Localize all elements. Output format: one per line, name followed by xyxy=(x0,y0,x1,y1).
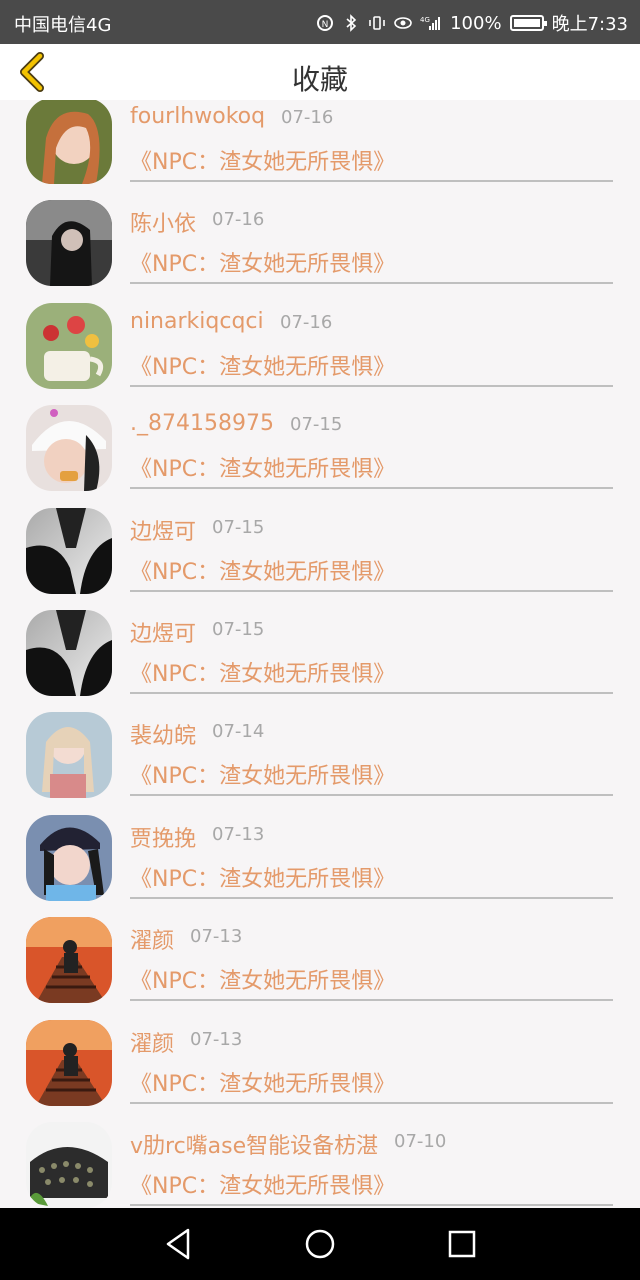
list-item[interactable]: 边煜可 07-15 《NPC：渣女她无所畏惧》 xyxy=(0,508,640,610)
user-name[interactable]: 陈小依 xyxy=(130,206,196,238)
book-title[interactable]: 《NPC：渣女她无所畏惧》 xyxy=(130,758,395,790)
favorite-date: 07-15 xyxy=(290,414,343,435)
user-name[interactable]: 濯颜 xyxy=(130,1026,174,1058)
nfc-icon: N xyxy=(317,15,334,31)
eye-comfort-icon xyxy=(394,17,412,29)
avatar-man-suit-icon[interactable] xyxy=(26,610,112,696)
book-title[interactable]: 《NPC：渣女她无所畏惧》 xyxy=(130,451,395,483)
book-title[interactable]: 《NPC：渣女她无所畏惧》 xyxy=(130,963,395,995)
list-item[interactable]: fourlhwokoq 07-16 《NPC：渣女她无所畏惧》 xyxy=(0,100,640,200)
list-item[interactable]: v肋rc嘴ase智能设备枋湛 07-10 《NPC：渣女她无所畏惧》 xyxy=(0,1122,640,1208)
favorite-date: 07-15 xyxy=(212,619,265,640)
avatar-girl-icon[interactable] xyxy=(26,100,112,184)
book-title[interactable]: 《NPC：渣女她无所畏惧》 xyxy=(130,349,395,381)
avatar-flowers-icon[interactable] xyxy=(26,303,112,389)
user-name[interactable]: v肋rc嘴ase智能设备枋湛 xyxy=(130,1128,378,1160)
favorite-date: 07-14 xyxy=(212,721,265,742)
svg-text:N: N xyxy=(322,20,329,30)
network-type-label: 4G xyxy=(420,16,430,24)
divider xyxy=(130,1102,613,1104)
bluetooth-icon xyxy=(346,14,357,32)
user-name[interactable]: 濯颜 xyxy=(130,923,174,955)
book-title[interactable]: 《NPC：渣女她无所畏惧》 xyxy=(130,1168,395,1200)
user-name[interactable]: fourlhwokoq xyxy=(130,104,265,129)
avatar-girl-braids-icon[interactable] xyxy=(26,712,112,798)
user-name[interactable]: ._874158975 xyxy=(130,411,274,436)
list-item[interactable]: 濯颜 07-13 《NPC：渣女她无所畏惧》 xyxy=(0,1020,640,1122)
header: 收藏 xyxy=(0,44,640,100)
home-circle-icon[interactable] xyxy=(302,1226,338,1262)
signal-icon: 4G xyxy=(420,16,441,30)
battery-icon xyxy=(509,15,547,31)
list-item[interactable]: 边煜可 07-15 《NPC：渣女她无所畏惧》 xyxy=(0,610,640,712)
divider xyxy=(130,897,613,899)
divider xyxy=(130,180,613,182)
battery-percent: 100% xyxy=(450,12,502,34)
favorite-date: 07-15 xyxy=(212,517,265,538)
book-title[interactable]: 《NPC：渣女她无所畏惧》 xyxy=(130,246,395,278)
avatar-rail-sunset-icon[interactable] xyxy=(26,917,112,1003)
list-item[interactable]: 贾挽挽 07-13 《NPC：渣女她无所畏惧》 xyxy=(0,815,640,917)
divider xyxy=(130,999,613,1001)
avatar-man-suit-icon[interactable] xyxy=(26,508,112,594)
user-name[interactable]: 贾挽挽 xyxy=(130,821,196,853)
user-name[interactable]: ninarkiqcqci xyxy=(130,309,264,334)
avatar-girl-hat-icon[interactable] xyxy=(26,405,112,491)
book-title[interactable]: 《NPC：渣女她无所畏惧》 xyxy=(130,656,395,688)
favorite-date: 07-10 xyxy=(394,1131,447,1152)
favorites-list[interactable]: fourlhwokoq 07-16 《NPC：渣女她无所畏惧》 陈小依 07-16 《NP… xyxy=(0,100,640,1208)
status-icons: N 4G 100% 晚上7:33 xyxy=(316,10,628,36)
avatar-girl-cap-icon[interactable] xyxy=(26,815,112,901)
divider xyxy=(130,1204,613,1206)
user-name[interactable]: 裴幼皖 xyxy=(130,718,196,750)
user-name[interactable]: 边煜可 xyxy=(130,514,196,546)
avatar-girl-dark-icon[interactable] xyxy=(26,200,112,286)
book-title[interactable]: 《NPC：渣女她无所畏惧》 xyxy=(130,861,395,893)
avatar-rail-sunset-icon[interactable] xyxy=(26,1020,112,1106)
divider xyxy=(130,385,613,387)
divider xyxy=(130,487,613,489)
divider xyxy=(130,794,613,796)
divider xyxy=(130,282,613,284)
back-triangle-icon[interactable] xyxy=(160,1226,196,1262)
avatar-machine-icon[interactable] xyxy=(26,1122,112,1208)
divider xyxy=(130,692,613,694)
favorite-date: 07-16 xyxy=(212,209,265,230)
clock: 晚上7:33 xyxy=(551,14,628,35)
page-title: 收藏 xyxy=(291,63,348,96)
list-item[interactable]: 濯颜 07-13 《NPC：渣女她无所畏惧》 xyxy=(0,917,640,1019)
favorite-date: 07-13 xyxy=(190,1029,243,1050)
book-title[interactable]: 《NPC：渣女她无所畏惧》 xyxy=(130,144,395,176)
book-title[interactable]: 《NPC：渣女她无所畏惧》 xyxy=(130,554,395,586)
list-item[interactable]: ninarkiqcqci 07-16 《NPC：渣女她无所畏惧》 xyxy=(0,303,640,405)
system-nav-bar xyxy=(0,1208,640,1280)
list-item[interactable]: 陈小依 07-16 《NPC：渣女她无所畏惧》 xyxy=(0,200,640,302)
favorite-date: 07-16 xyxy=(280,312,333,333)
favorite-date: 07-16 xyxy=(281,107,334,128)
vibrate-icon xyxy=(369,16,385,30)
status-bar: 中国电信4G N 4G 100% 晚上7:33 xyxy=(0,0,640,44)
user-name[interactable]: 边煜可 xyxy=(130,616,196,648)
recents-square-icon[interactable] xyxy=(444,1226,480,1262)
favorite-date: 07-13 xyxy=(190,926,243,947)
list-item[interactable]: ._874158975 07-15 《NPC：渣女她无所畏惧》 xyxy=(0,405,640,507)
carrier-label: 中国电信4G xyxy=(14,15,112,36)
list-item[interactable]: 裴幼皖 07-14 《NPC：渣女她无所畏惧》 xyxy=(0,712,640,814)
book-title[interactable]: 《NPC：渣女她无所畏惧》 xyxy=(130,1066,395,1098)
divider xyxy=(130,590,613,592)
favorite-date: 07-13 xyxy=(212,824,265,845)
